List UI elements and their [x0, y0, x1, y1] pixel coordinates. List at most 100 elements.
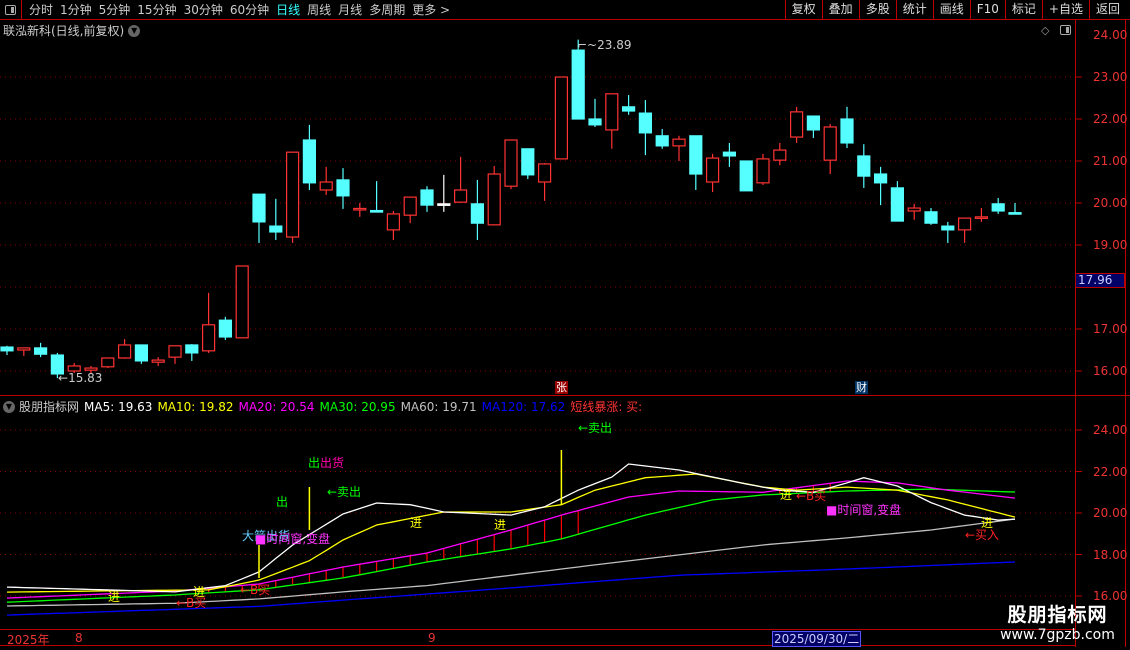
candle — [470, 203, 484, 224]
ma5-line — [6, 463, 1016, 593]
candle — [924, 211, 938, 224]
legend-ma5: MA5: 19.63 — [84, 399, 153, 414]
signal-b-buy: ←B买 — [796, 489, 827, 503]
candle — [17, 347, 31, 351]
candle — [521, 148, 535, 176]
price-axis-label: 20.00 — [1093, 196, 1128, 210]
legend-up: 短线暴涨: 买: — [570, 400, 643, 414]
current-price-box: 17.96 — [1075, 273, 1125, 288]
candle — [454, 189, 468, 203]
low-price-label: ←15.83 — [58, 371, 103, 385]
candle — [621, 106, 636, 112]
candle — [252, 193, 266, 223]
candle — [370, 209, 384, 213]
marker-cai[interactable]: 财 — [855, 381, 868, 394]
candle — [218, 319, 232, 338]
price-axis-label: 17.00 — [1093, 322, 1128, 336]
signal-window: ■时间窗,变盘 — [255, 532, 331, 546]
watermark: 股朋指标网 www.7gpzb.com — [985, 600, 1130, 643]
candle — [823, 126, 837, 161]
ma120-line — [6, 561, 1016, 616]
candle — [655, 135, 669, 147]
candle — [907, 207, 921, 212]
candle — [33, 347, 48, 355]
indicator-name: 股朋指标网 — [19, 400, 80, 414]
candle — [605, 93, 619, 131]
signal-chu: 出 — [276, 495, 289, 509]
candle — [101, 357, 115, 368]
legend-ma10: MA10: 19.82 — [157, 399, 234, 414]
indicator-axis-label: 18.00 — [1093, 547, 1128, 562]
candle — [588, 118, 602, 126]
indicator-legend: ▼ 股朋指标网 MA5: 19.63 MA10: 19.82 MA20: 20.54… — [3, 398, 647, 415]
candle — [319, 181, 333, 191]
candle — [554, 76, 569, 160]
candle — [202, 324, 216, 352]
candle — [0, 346, 14, 352]
candle — [890, 187, 905, 222]
candle — [386, 213, 400, 231]
candle — [873, 173, 888, 184]
candle — [974, 216, 989, 219]
watermark-name: 股朋指标网 — [1007, 604, 1108, 626]
legend-ma120: MA120: 17.62 — [481, 399, 566, 414]
price-axis-label: 22.00 — [1093, 112, 1128, 126]
signal-sell: ←卖出 — [327, 485, 362, 499]
price-axis-label: 19.00 — [1093, 238, 1128, 252]
candle — [672, 138, 686, 147]
signal-b-buy: ←B买 — [176, 596, 207, 610]
candle — [420, 189, 434, 206]
candle — [168, 345, 182, 358]
candle — [806, 115, 821, 131]
candle — [336, 179, 350, 197]
signal-buy-in: ←买入 — [965, 528, 1000, 542]
candle — [537, 163, 552, 183]
candle — [689, 135, 703, 175]
candle — [957, 217, 972, 231]
candle — [134, 344, 148, 362]
candle — [353, 207, 367, 211]
indicator-axis-label: 20.00 — [1093, 506, 1128, 520]
candle — [991, 203, 1005, 212]
candle — [84, 367, 98, 371]
watermark-url: www.7gpzb.com — [1000, 627, 1115, 643]
indicator-axis-label: 22.00 — [1093, 464, 1128, 479]
selected-date: 2025/09/30/二 — [772, 631, 862, 647]
date-month-8: 8 — [75, 631, 83, 645]
price-axis-label: 21.00 — [1093, 154, 1128, 168]
signal-jin: 进 — [108, 590, 121, 604]
price-axis-label: 23.00 — [1093, 70, 1128, 84]
candle — [571, 49, 585, 120]
legend-ma30: MA30: 20.95 — [319, 399, 396, 414]
candle — [302, 139, 316, 184]
candle — [185, 344, 199, 354]
chevron-down-icon[interactable]: ▼ — [3, 400, 15, 413]
candle — [286, 151, 300, 238]
marker-zhang[interactable]: 张 — [555, 381, 568, 394]
candle — [857, 155, 871, 177]
date-month-9: 9 — [428, 631, 436, 645]
candle — [504, 139, 518, 187]
date-year: 2025年 — [7, 633, 50, 647]
candle — [487, 173, 501, 226]
signal-window: ■时间窗,变盘 — [826, 503, 902, 517]
candle — [235, 265, 249, 339]
candle — [151, 359, 165, 363]
legend-ma20: MA20: 20.54 — [238, 399, 315, 414]
candle — [437, 203, 451, 206]
signal-sell: ←卖出 — [578, 421, 613, 435]
signal-jin: 进 — [780, 488, 793, 502]
candle — [773, 149, 787, 161]
candle — [789, 111, 804, 138]
price-axis-label: 16.00 — [1093, 364, 1128, 378]
candle — [739, 160, 753, 192]
candle — [941, 225, 955, 231]
date-axis[interactable]: 2025年 8 9 2025/09/30/二 — [0, 629, 1075, 647]
candle — [269, 225, 283, 233]
candle — [705, 157, 720, 183]
candle — [722, 151, 737, 157]
signal-b-buy: ←B买 — [240, 583, 271, 597]
candle — [756, 158, 770, 184]
indicator-axis-label: 24.00 — [1093, 423, 1128, 437]
chart-canvas[interactable] — [0, 0, 1130, 650]
